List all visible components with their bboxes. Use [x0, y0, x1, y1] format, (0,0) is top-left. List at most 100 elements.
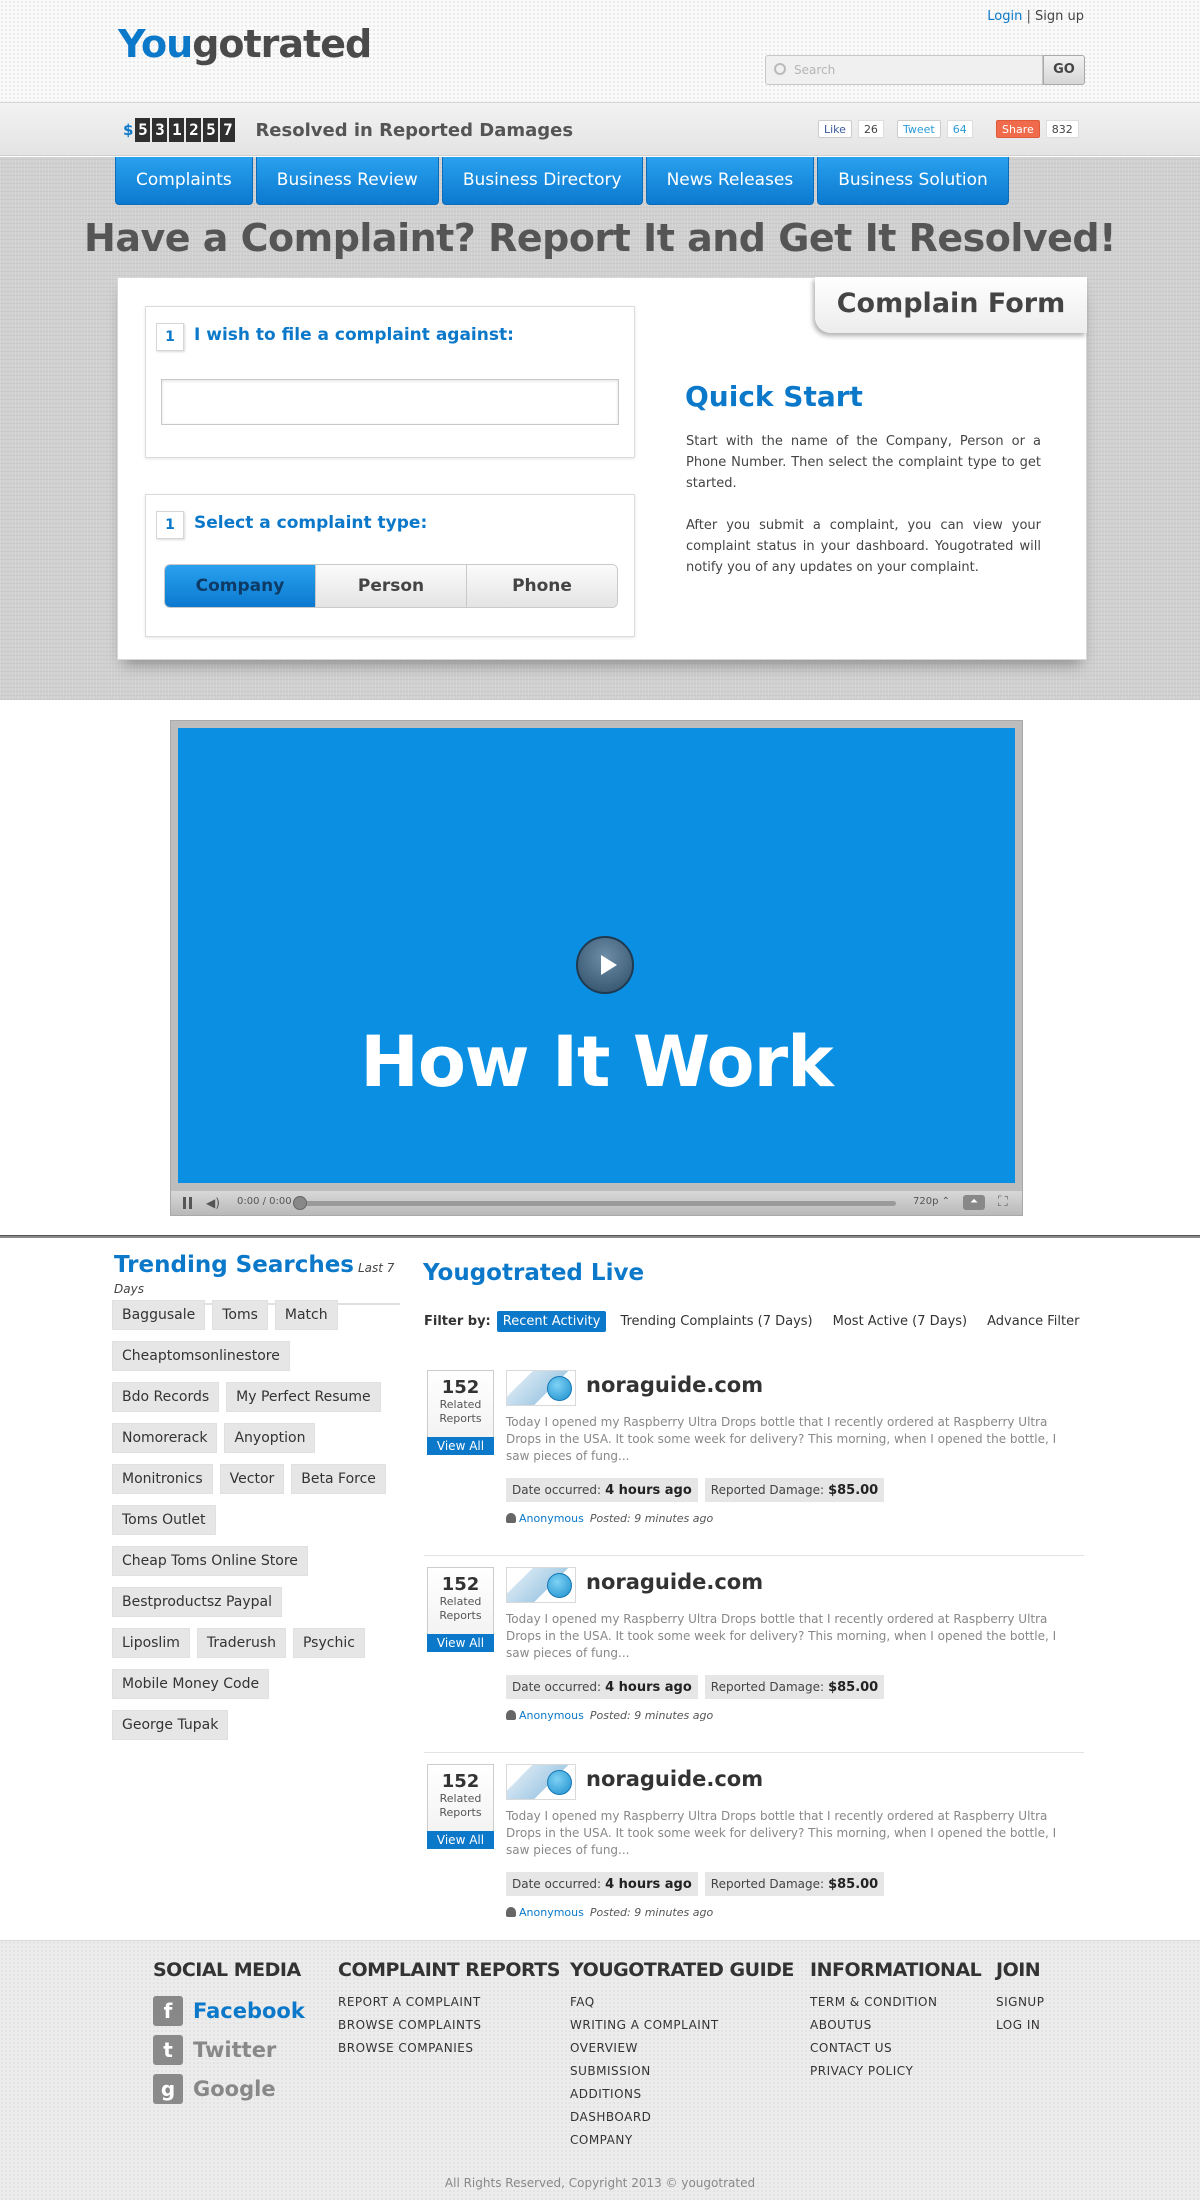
author-link[interactable]: Anonymous	[519, 1906, 584, 1919]
footer-link[interactable]: BROWSE COMPANIES	[338, 2037, 560, 2060]
type-company-button[interactable]: Company	[165, 565, 315, 607]
footer-link[interactable]: CONTACT US	[810, 2037, 981, 2060]
footer-heading: COMPLAINT REPORTS	[338, 1959, 560, 1981]
damage-value: $85.00	[828, 1680, 879, 1695]
footer-link[interactable]: SIGNUP	[996, 1991, 1044, 2014]
footer-link[interactable]: WRITING A COMPLAINT	[570, 2014, 794, 2037]
footer-google-link[interactable]: g Google	[153, 2069, 305, 2108]
nav-business-review[interactable]: Business Review	[255, 157, 439, 205]
complaint-target-input[interactable]	[161, 379, 619, 425]
trending-tag[interactable]: Beta Force	[291, 1464, 386, 1494]
login-link[interactable]: Login	[987, 9, 1022, 24]
footer-link[interactable]: LOG IN	[996, 2014, 1044, 2037]
related-label: Related	[439, 1595, 482, 1608]
company-logo[interactable]	[506, 1567, 576, 1603]
related-label: Related	[439, 1398, 482, 1411]
trending-tag[interactable]: Cheaptomsonlinestore	[112, 1341, 290, 1371]
search-go-button[interactable]: GO	[1043, 55, 1085, 85]
video-quality[interactable]: 720p ⌃	[913, 1196, 950, 1207]
trending-tag[interactable]: Bdo Records	[112, 1382, 220, 1412]
footer-link[interactable]: OVERVIEW	[570, 2037, 794, 2060]
type-person-button[interactable]: Person	[315, 565, 466, 607]
damage-label: Reported Damage:	[710, 1680, 825, 1694]
nav-business-directory[interactable]: Business Directory	[441, 157, 643, 205]
footer-link[interactable]: PRIVACY POLICY	[810, 2060, 981, 2083]
author-link[interactable]: Anonymous	[519, 1512, 584, 1525]
trending-tag[interactable]: Cheap Toms Online Store	[112, 1546, 308, 1576]
trending-tag[interactable]: My Perfect Resume	[226, 1382, 381, 1412]
video-screen[interactable]: How It Work	[178, 728, 1015, 1183]
footer-link[interactable]: ABOUTUS	[810, 2014, 981, 2037]
date-occurred-badge: Date occurred: 4 hours ago	[506, 1478, 698, 1502]
video-seek-handle[interactable]	[293, 1196, 307, 1210]
filter-most-active[interactable]: Most Active (7 Days)	[827, 1311, 974, 1332]
google-icon: g	[153, 2073, 183, 2104]
site-logo[interactable]: Yougotrated	[118, 22, 372, 66]
trending-tag[interactable]: Toms Outlet	[112, 1505, 216, 1535]
trending-tag[interactable]: Baggusale	[112, 1300, 206, 1330]
footer-link[interactable]: DASHBOARD	[570, 2106, 794, 2129]
footer-social-label: Google	[193, 2076, 276, 2101]
facebook-like-count: 26	[857, 120, 884, 138]
trending-tag[interactable]: Anyoption	[224, 1423, 316, 1453]
video-seek-bar[interactable]	[296, 1201, 896, 1206]
footer-link[interactable]: TERM & CONDITION	[810, 1991, 981, 2014]
reported-damage-badge: Reported Damage: $85.00	[704, 1478, 885, 1502]
view-all-button[interactable]: View All	[427, 1831, 494, 1849]
step-number: 1	[156, 323, 184, 351]
nav-news-releases[interactable]: News Releases	[645, 157, 815, 205]
damage-counter: $ 5 3 1 2 5 7 Resolved in Reported Damag…	[123, 118, 573, 142]
trending-tag[interactable]: George Tupak	[112, 1710, 229, 1740]
trending-tag[interactable]: Mobile Money Code	[112, 1669, 270, 1699]
tag-row: Cheaptomsonlinestore	[112, 1341, 412, 1371]
hero-title: Have a Complaint? Report It and Get It R…	[84, 216, 1116, 260]
trending-tag[interactable]: Vector	[219, 1464, 285, 1494]
trending-tag[interactable]: Toms	[212, 1300, 268, 1330]
volume-icon[interactable]: ◀)	[206, 1196, 220, 1210]
company-logo[interactable]	[506, 1764, 576, 1800]
company-title[interactable]: noraguide.com	[586, 1570, 763, 1594]
footer-link[interactable]: COMPANY	[570, 2129, 794, 2152]
filter-advance[interactable]: Advance Filter	[981, 1311, 1085, 1332]
signup-link[interactable]: Sign up	[1035, 9, 1084, 24]
filter-recent-activity[interactable]: Recent Activity	[496, 1311, 607, 1332]
tweet-button[interactable]: Tweet	[897, 120, 941, 138]
trending-tag[interactable]: Psychic	[292, 1628, 365, 1658]
company-title[interactable]: noraguide.com	[586, 1373, 763, 1397]
footer-link[interactable]: BROWSE COMPLAINTS	[338, 2014, 560, 2037]
nav-complaints[interactable]: Complaints	[115, 157, 253, 205]
nav-business-solution[interactable]: Business Solution	[817, 157, 1009, 205]
type-phone-button[interactable]: Phone	[466, 565, 617, 607]
filter-trending-complaints[interactable]: Trending Complaints (7 Days)	[614, 1311, 818, 1332]
counter-currency: $	[123, 121, 134, 139]
facebook-like-button[interactable]: Like	[818, 120, 852, 138]
complaint-panel: Complain Form 1 I wish to file a complai…	[117, 277, 1087, 660]
trending-tag[interactable]: Nomorerack	[112, 1423, 218, 1453]
footer-link[interactable]: FAQ	[570, 1991, 794, 2014]
trending-tag[interactable]: Match	[274, 1300, 338, 1330]
share-button[interactable]: Share	[996, 120, 1040, 138]
footer-heading: YOUGOTRATED GUIDE	[570, 1959, 794, 1981]
author-link[interactable]: Anonymous	[519, 1709, 584, 1722]
trending-tag[interactable]: Monitronics	[112, 1464, 213, 1494]
company-title[interactable]: noraguide.com	[586, 1767, 763, 1791]
view-all-button[interactable]: View All	[427, 1437, 494, 1455]
search-input[interactable]: Search	[765, 55, 1043, 85]
pause-icon[interactable]	[183, 1197, 192, 1209]
trending-tag[interactable]: Traderush	[196, 1628, 286, 1658]
complaint-meta: Date occurred: 4 hours ago Reported Damage…	[506, 1675, 891, 1699]
fullscreen-icon[interactable]: ⛶	[998, 1194, 1008, 1210]
company-logo[interactable]	[506, 1370, 576, 1406]
tag-row: Monitronics Vector Beta Force	[112, 1464, 412, 1494]
play-icon[interactable]	[576, 936, 634, 994]
footer-facebook-link[interactable]: f Facebook	[153, 1991, 305, 2030]
trending-tag[interactable]: Liposlim	[112, 1628, 190, 1658]
footer-twitter-link[interactable]: t Twitter	[153, 2030, 305, 2069]
footer-link[interactable]: SUBMISSION	[570, 2060, 794, 2083]
view-all-button[interactable]: View All	[427, 1634, 494, 1652]
footer-link[interactable]: REPORT A COMPLAINT	[338, 1991, 560, 2014]
footer-link[interactable]: ADDITIONS	[570, 2083, 794, 2106]
trending-tag[interactable]: Bestproductsz Paypal	[112, 1587, 282, 1617]
upload-icon[interactable]: ⏶	[963, 1195, 985, 1210]
post-info: Anonymous Posted: 9 minutes ago	[506, 1906, 713, 1919]
